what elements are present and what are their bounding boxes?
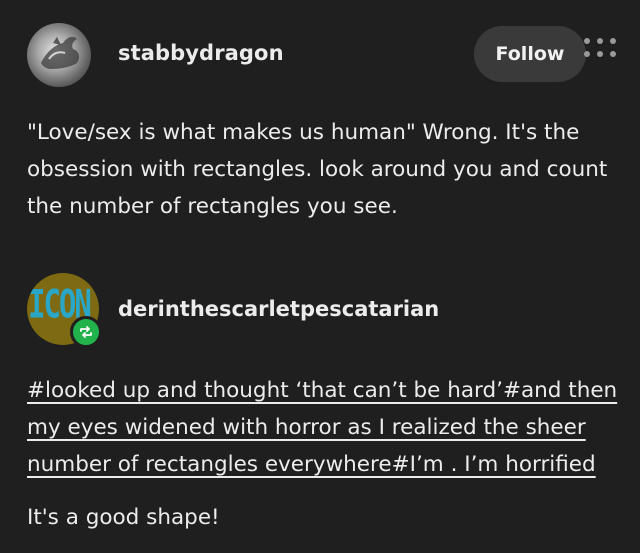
post-header: stabbydragon Follow: [27, 23, 617, 87]
reblog-icon: [70, 316, 102, 348]
tag-link[interactable]: my eyes widened with horror as I realize…: [27, 409, 617, 446]
dragon-avatar-image: [41, 36, 80, 69]
tags: #looked up and thought ‘that can’t be ha…: [27, 372, 617, 483]
avatar[interactable]: [27, 23, 91, 87]
reblog-header: ICON derinthescarletpescatarian: [27, 273, 617, 348]
follow-button[interactable]: Follow: [474, 26, 586, 82]
post-body-line: the number of rectangles you see.: [27, 194, 398, 219]
post-body-line: obsession with rectangles. look around y…: [27, 157, 608, 182]
username[interactable]: derinthescarletpescatarian: [118, 297, 439, 321]
post-body: "Love/sex is what makes us human" Wrong.…: [27, 114, 617, 225]
tag-link[interactable]: #looked up and thought ‘that can’t be ha…: [27, 372, 617, 409]
reblog-text: It's a good shape!: [27, 505, 220, 530]
tag-link[interactable]: number of rectangles everywhere#I’m . I’…: [27, 446, 617, 483]
post-body-line: "Love/sex is what makes us human" Wrong.…: [27, 120, 580, 145]
more-options-icon[interactable]: [584, 31, 616, 51]
username[interactable]: stabbydragon: [118, 41, 284, 65]
